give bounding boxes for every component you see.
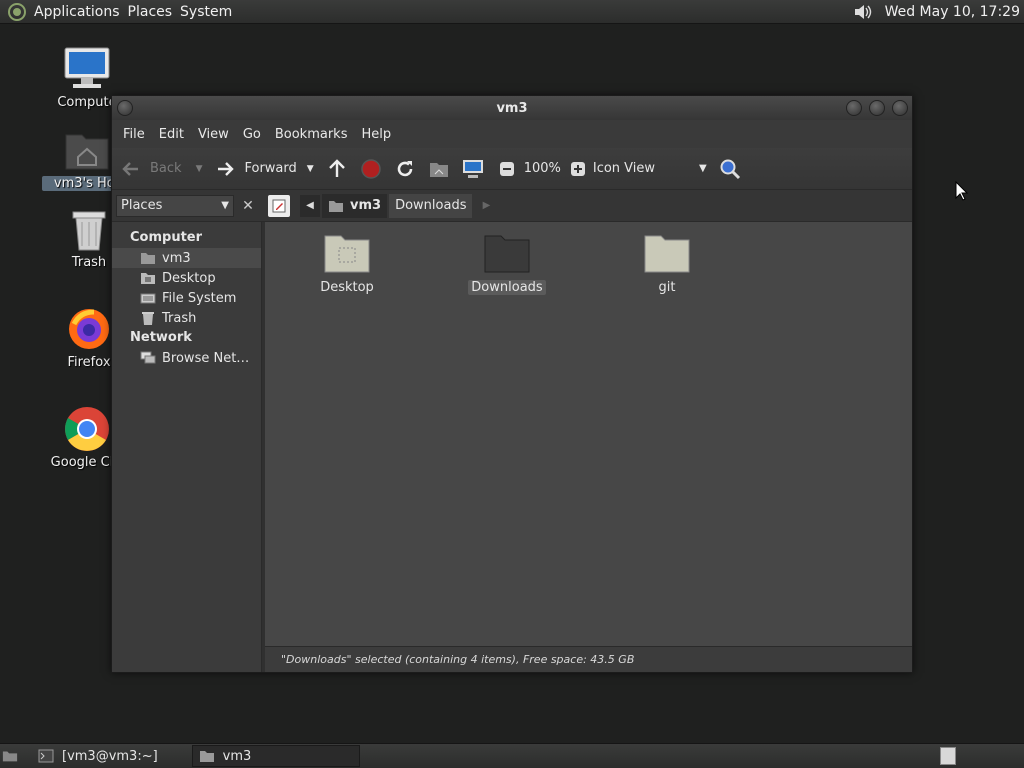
show-desktop-button[interactable] (0, 745, 32, 767)
pencil-icon (272, 199, 286, 212)
reload-icon (394, 158, 416, 180)
stop-icon (360, 158, 382, 180)
menu-view[interactable]: View (191, 127, 236, 142)
sidebar-item-browse-network[interactable]: Browse Net… (112, 348, 261, 368)
sidebar-type-select[interactable]: Places ▼ (116, 194, 234, 217)
close-button[interactable] (892, 100, 908, 116)
window-body: Computer vm3 Desktop File System Trash N… (112, 222, 912, 672)
file-item-desktop[interactable]: Desktop (297, 232, 397, 295)
menubar: File Edit View Go Bookmarks Help (112, 120, 912, 148)
sidebar-item-desktop[interactable]: Desktop (112, 268, 261, 288)
home-folder-icon (199, 748, 215, 764)
search-icon (719, 158, 741, 180)
sidebar-heading-computer: Computer (130, 230, 203, 245)
sidebar-item-trash[interactable]: Trash (112, 308, 261, 328)
desktop-icon (140, 270, 156, 286)
zoom-level: 100% (523, 161, 561, 176)
desktop-folder-icon (323, 232, 371, 274)
speaker-icon[interactable] (853, 1, 875, 23)
sidebar-item-file-system[interactable]: File System (112, 288, 261, 308)
reload-button[interactable] (394, 158, 416, 180)
system-menu[interactable]: System (180, 4, 240, 20)
file-item-git[interactable]: git (617, 232, 717, 295)
toolbar: Back ▼ Forward ▼ 100% Icon View ▼ (112, 148, 912, 190)
edit-location-button[interactable] (268, 194, 290, 217)
sidebar-heading-network: Network (130, 330, 192, 345)
menu-file[interactable]: File (116, 127, 152, 142)
up-button[interactable] (326, 158, 348, 180)
location-bar: Places ▼ ✕ ◀ vm3 Downloads ▶ (112, 190, 912, 222)
menu-go[interactable]: Go (236, 127, 268, 142)
menu-bookmarks[interactable]: Bookmarks (268, 127, 355, 142)
computer-button[interactable] (462, 158, 484, 180)
status-bar: "Downloads" selected (containing 4 items… (265, 646, 912, 672)
applications-menu[interactable]: Applications (34, 4, 128, 20)
gnome-foot-icon[interactable] (6, 1, 28, 23)
chrome-icon (63, 405, 111, 453)
home-icon (140, 250, 156, 266)
bottom-panel: [vm3@vm3:~] vm3 (0, 743, 1024, 768)
places-menu[interactable]: Places (128, 4, 181, 20)
back-dropdown-icon[interactable]: ▼ (196, 164, 203, 174)
task-terminal[interactable]: [vm3@vm3:~] (32, 745, 164, 767)
places-sidebar: Computer vm3 Desktop File System Trash N… (112, 222, 262, 672)
file-view[interactable]: Desktop Downloads git "Downloads" select… (262, 222, 912, 672)
file-item-downloads[interactable]: Downloads (457, 232, 557, 295)
back-arrow-icon (120, 158, 142, 180)
back-button[interactable]: Back ▼ (120, 158, 202, 180)
crumb-vm3[interactable]: vm3 (322, 193, 388, 218)
stop-button[interactable] (360, 158, 382, 180)
chevron-down-icon: ▼ (221, 200, 229, 211)
computer-icon (462, 158, 484, 180)
workspace-switcher[interactable] (940, 747, 956, 765)
zoom-out-button[interactable] (496, 158, 518, 180)
forward-button[interactable]: Forward ▼ (214, 158, 314, 180)
top-panel: Applications Places System Wed May 10, 1… (0, 0, 1024, 24)
home-icon (328, 199, 344, 213)
minimize-button[interactable] (846, 100, 862, 116)
trash-icon (65, 205, 113, 253)
close-sidebar-icon[interactable]: ✕ (238, 195, 258, 217)
zoom-in-icon (567, 158, 589, 180)
terminal-icon (38, 748, 54, 764)
trash-icon (140, 310, 156, 326)
drive-icon (140, 290, 156, 306)
home-icon (428, 158, 450, 180)
clock[interactable]: Wed May 10, 17:29 (885, 4, 1020, 20)
folder-icon (643, 232, 691, 274)
computer-icon (63, 45, 111, 93)
forward-arrow-icon (214, 158, 236, 180)
mouse-pointer-icon (955, 181, 969, 201)
maximize-button[interactable] (869, 100, 885, 116)
crumb-downloads[interactable]: Downloads (389, 193, 473, 218)
view-mode-select[interactable]: Icon View (593, 161, 655, 176)
folder-icon (483, 232, 531, 274)
menu-help[interactable]: Help (354, 127, 398, 142)
zoom-out-icon (496, 158, 518, 180)
task-vm3[interactable]: vm3 (191, 745, 360, 767)
network-icon (140, 350, 156, 366)
crumb-right-arrow[interactable]: ▶ (476, 195, 496, 217)
home-folder-icon (63, 126, 111, 174)
search-button[interactable] (719, 158, 741, 180)
firefox-icon (65, 305, 113, 353)
crumb-left-arrow[interactable]: ◀ (300, 194, 320, 217)
window-title: vm3 (496, 100, 528, 116)
show-desktop-icon (2, 748, 18, 764)
titlebar[interactable]: vm3 (112, 96, 912, 120)
home-button[interactable] (428, 158, 450, 180)
forward-dropdown-icon[interactable]: ▼ (307, 164, 314, 174)
view-mode-dropdown-icon[interactable]: ▼ (699, 163, 707, 174)
up-arrow-icon (326, 158, 348, 180)
menu-edit[interactable]: Edit (152, 127, 191, 142)
sidebar-item-vm3[interactable]: vm3 (112, 248, 261, 268)
window-menu-button[interactable] (117, 100, 133, 116)
zoom-in-button[interactable]: Icon View ▼ (567, 158, 707, 180)
file-manager-window: vm3 File Edit View Go Bookmarks Help Bac… (111, 95, 913, 673)
